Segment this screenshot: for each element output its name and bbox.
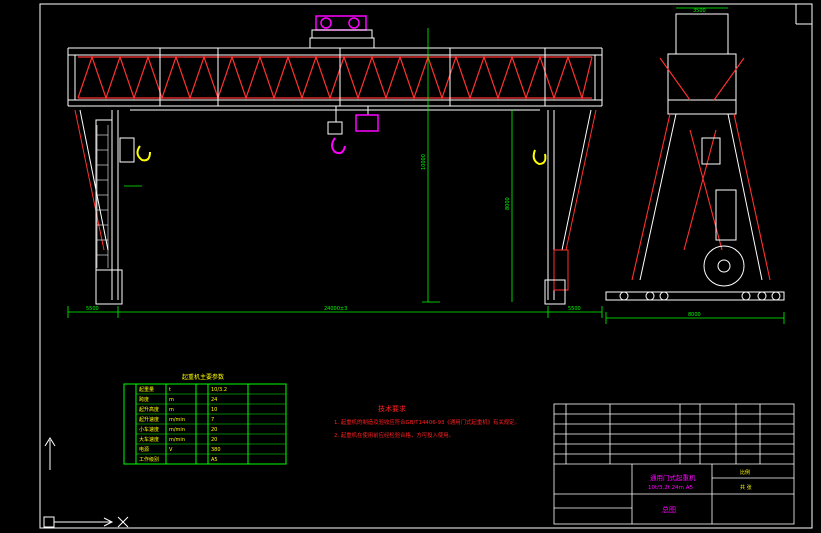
technical-notes: 技术要求 1. 起重机的制造及验收应符合GB/T14406-93《通用门式起重机…	[334, 404, 520, 439]
ucs-icon	[43, 437, 129, 528]
right-hook	[532, 149, 547, 166]
dim-left-overhang: 5500	[86, 306, 99, 312]
drawing-spec: 10t/3.2t 24m A5	[648, 485, 694, 491]
side-bracing	[631, 57, 771, 281]
front-elevation: 5500 24000±3 5500 10000 8000	[67, 15, 603, 318]
param-unit: m	[169, 407, 174, 413]
dim-inner-height: 8000	[505, 197, 511, 210]
param-unit: m/min	[169, 427, 185, 433]
side-elevation: 8000 3500	[605, 7, 785, 324]
param-value: 7	[211, 417, 214, 423]
param-name: 大车速度	[139, 436, 159, 443]
param-value: 20	[211, 427, 217, 433]
param-unit: m/min	[169, 417, 185, 423]
param-name: 起升速度	[139, 416, 159, 423]
param-value: 20	[211, 437, 217, 443]
param-name: 起重量	[139, 386, 154, 393]
parameter-table: 起重机主要参数 起重量 t 10/3.2 跨度 m 24 起升高度 m 10 起升速度 m/min 7…	[123, 373, 287, 465]
note-item-1: 1. 起重机的制造及验收应符合GB/T14406-93《通用门式起重机》有关规定…	[334, 418, 520, 426]
bogie-wheels	[619, 291, 781, 301]
param-unit: m/min	[169, 437, 185, 443]
param-value: 24	[211, 397, 217, 403]
view-name: 总图	[662, 505, 676, 514]
param-table-title: 起重机主要参数	[182, 373, 224, 381]
right-support-leg	[544, 109, 597, 305]
left-ladder	[96, 125, 109, 268]
dim-side-top: 3500	[693, 8, 706, 14]
param-value: 10	[211, 407, 217, 413]
param-value: 380	[211, 447, 221, 453]
param-name: 跨度	[139, 396, 149, 403]
sheet-label: 共 张	[740, 484, 752, 491]
param-unit: t	[169, 387, 171, 393]
notes-title: 技术要求	[378, 404, 406, 413]
param-unit: m	[169, 397, 174, 403]
left-support-leg	[74, 109, 135, 305]
left-hook	[136, 145, 151, 162]
drawing-name: 通用门式起重机	[650, 473, 696, 482]
main-hook-assembly	[327, 106, 379, 155]
param-value: A5	[211, 457, 218, 463]
param-name: 起升高度	[139, 406, 159, 413]
scale-label: 比例	[740, 469, 750, 476]
param-name: 电源	[139, 446, 149, 453]
dim-side-base: 8000	[688, 312, 701, 318]
drawing-frame	[39, 3, 813, 529]
param-name: 工作级别	[139, 456, 159, 463]
main-girder-truss	[77, 55, 593, 101]
dim-lift-height: 10000	[421, 154, 427, 170]
dim-right-overhang: 5500	[568, 306, 581, 312]
param-unit: V	[169, 447, 173, 453]
cad-drawing-canvas: 5500 24000±3 5500 10000 8000 8000 3500 起…	[39, 3, 813, 529]
param-name: 小车速度	[139, 426, 159, 433]
travel-wheel	[703, 245, 745, 287]
trolley	[309, 15, 375, 49]
front-dimensions	[67, 28, 603, 318]
dim-span: 24000±3	[324, 306, 347, 312]
param-value: 10/3.2	[211, 387, 227, 393]
note-item-2: 2. 起重机在使用前应经检验合格，方可投入使用。	[334, 431, 454, 439]
